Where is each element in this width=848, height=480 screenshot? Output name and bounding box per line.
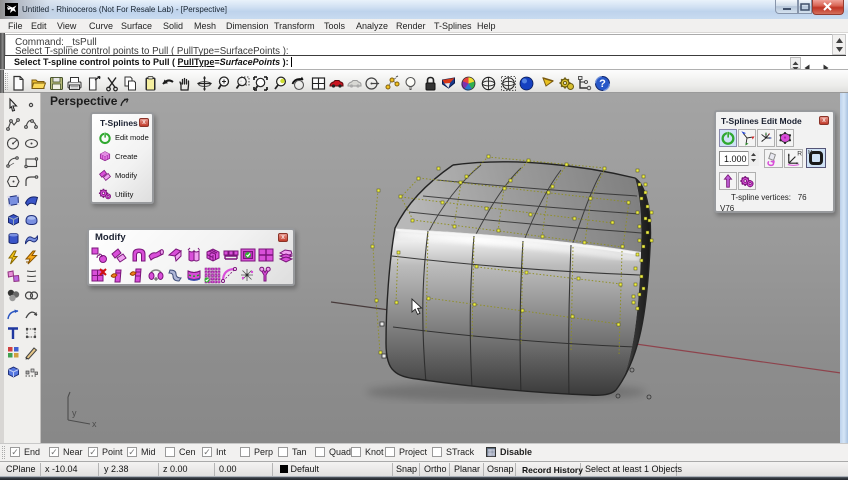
svg-text:y: y [72,408,77,418]
svg-text:?: ? [599,78,606,90]
svg-text:R: R [797,151,802,158]
svg-text:x: x [92,419,97,429]
